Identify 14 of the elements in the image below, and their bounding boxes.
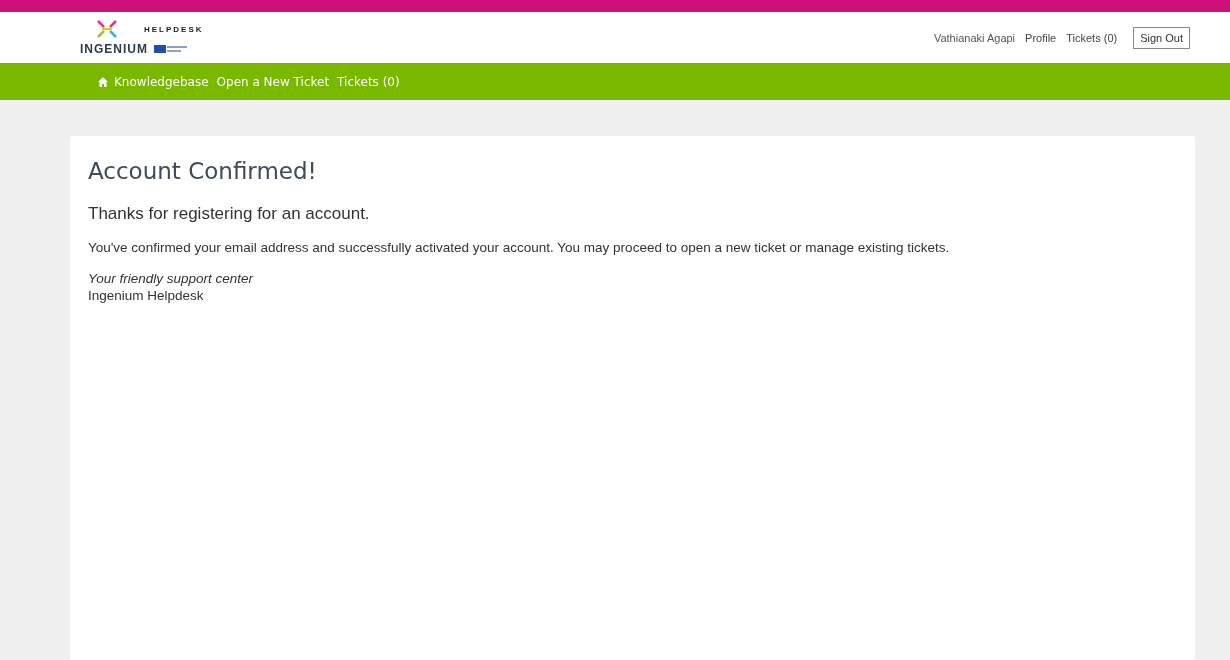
logo-subtitle: HELPDESK [144, 24, 204, 34]
subtitle-text: Thanks for registering for an account. [88, 204, 371, 224]
logo-name: INGENIUM [80, 42, 148, 56]
signature-name: Ingenium Helpdesk [88, 288, 205, 303]
page-title: Account Confirmed! [88, 158, 318, 184]
user-name: Vathianaki Agapi [933, 31, 1016, 44]
message-text: You've confirmed your email address and successfully activated your account. You may proceed to open a new ticket or manage existing tickets. [88, 240, 951, 255]
header-link[interactable]: Tickets (0) [1066, 31, 1118, 44]
signature-line: Your friendly support center [88, 271, 255, 286]
sign-out-button[interactable]: Sign Out [1133, 26, 1190, 49]
eu-flag-icon [154, 45, 188, 53]
header-link[interactable]: Profile [1025, 31, 1057, 44]
logo-cross-icon [96, 19, 118, 39]
home-icon [98, 76, 108, 87]
